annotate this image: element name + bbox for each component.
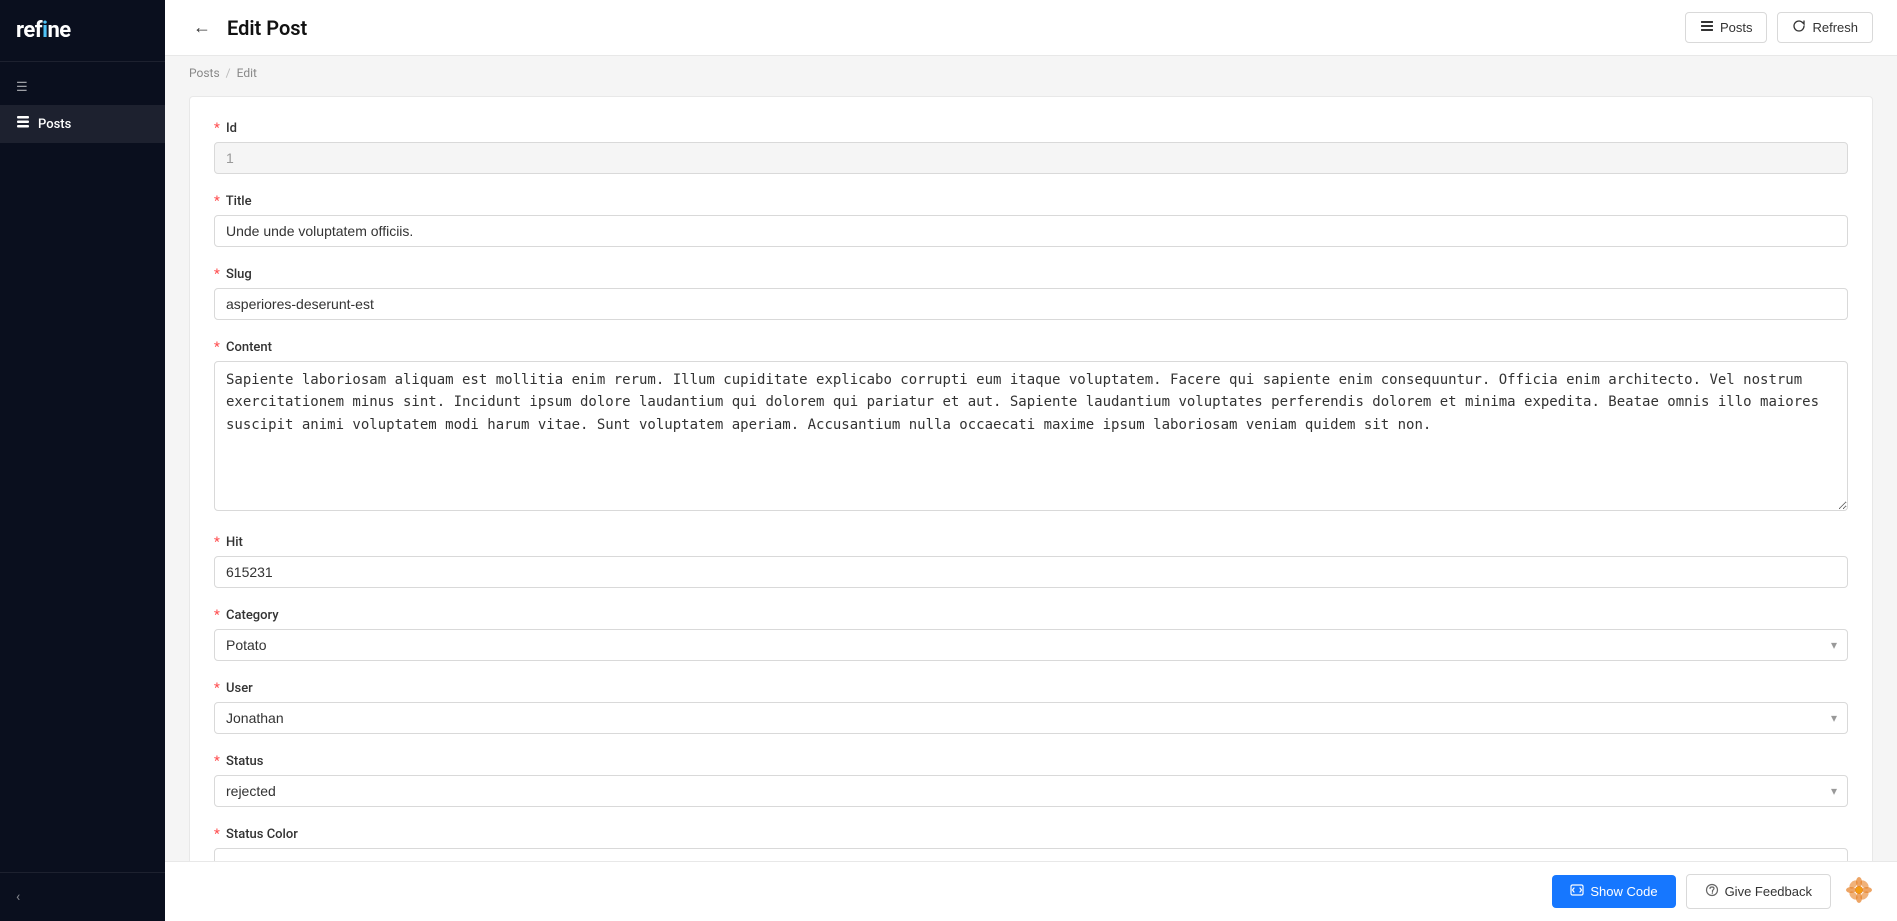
logo-area: refine [0, 0, 165, 62]
list-icon [1700, 19, 1714, 36]
refresh-icon [1792, 19, 1806, 36]
select-user[interactable]: Jonathan Alice Bob [214, 702, 1848, 734]
breadcrumb: Posts / Edit [165, 56, 1897, 80]
topbar-right: Posts Refresh [1685, 12, 1873, 43]
sidebar: refine ☰ Posts ‹ [0, 0, 165, 921]
main-content: ← Edit Post Posts [165, 0, 1897, 921]
required-marker: * [214, 340, 220, 355]
field-status: * Status rejected published draft ▾ [214, 754, 1848, 807]
form-section: * Id * Title * Slug [189, 96, 1873, 905]
sidebar-nav: ☰ Posts [0, 62, 165, 872]
required-marker: * [214, 608, 220, 623]
label-status-color: * Status Color [214, 827, 1848, 842]
select-category[interactable]: Potato Science Technology Art [214, 629, 1848, 661]
label-status: * Status [214, 754, 1848, 769]
show-code-label: Show Code [1590, 884, 1657, 899]
select-wrapper-user: Jonathan Alice Bob ▾ [214, 702, 1848, 734]
refresh-button-label: Refresh [1812, 20, 1858, 35]
required-marker: * [214, 194, 220, 209]
refresh-button[interactable]: Refresh [1777, 12, 1873, 43]
select-wrapper-status: rejected published draft ▾ [214, 775, 1848, 807]
field-title: * Title [214, 194, 1848, 247]
label-content: * Content [214, 340, 1848, 355]
posts-button-label: Posts [1720, 20, 1753, 35]
label-user: * User [214, 681, 1848, 696]
breadcrumb-posts-link[interactable]: Posts [189, 66, 220, 80]
required-marker: * [214, 754, 220, 769]
required-marker: * [214, 535, 220, 550]
required-marker: * [214, 681, 220, 696]
give-feedback-label: Give Feedback [1725, 884, 1812, 899]
input-id[interactable] [214, 142, 1848, 174]
label-slug: * Slug [214, 267, 1848, 282]
input-slug[interactable] [214, 288, 1848, 320]
sidebar-menu-toggle[interactable]: ☰ [0, 70, 165, 105]
give-feedback-button[interactable]: Give Feedback [1686, 874, 1831, 909]
posts-icon [16, 115, 30, 133]
collapse-icon: ‹ [16, 889, 20, 905]
input-hit[interactable] [214, 556, 1848, 588]
sidebar-item-label: Posts [38, 117, 71, 132]
required-marker: * [214, 267, 220, 282]
posts-list-button[interactable]: Posts [1685, 12, 1768, 43]
back-button[interactable]: ← [189, 13, 215, 42]
input-title[interactable] [214, 215, 1848, 247]
label-title: * Title [214, 194, 1848, 209]
code-icon [1570, 883, 1584, 900]
breadcrumb-edit: Edit [237, 66, 257, 80]
topbar-left: ← Edit Post [189, 13, 307, 42]
sidebar-item-posts[interactable]: Posts [0, 105, 165, 143]
required-marker: * [214, 827, 220, 842]
app-logo: refine [16, 18, 149, 43]
topbar: ← Edit Post Posts [165, 0, 1897, 56]
required-marker: * [214, 121, 220, 136]
flower-icon [1845, 876, 1873, 908]
label-id: * Id [214, 121, 1848, 136]
textarea-content[interactable]: Sapiente laboriosam aliquam est mollitia… [214, 361, 1848, 511]
field-id: * Id [214, 121, 1848, 174]
label-category: * Category [214, 608, 1848, 623]
field-category: * Category Potato Science Technology Art… [214, 608, 1848, 661]
field-content: * Content Sapiente laboriosam aliquam es… [214, 340, 1848, 515]
show-code-button[interactable]: Show Code [1552, 875, 1675, 908]
field-slug: * Slug [214, 267, 1848, 320]
select-wrapper-category: Potato Science Technology Art ▾ [214, 629, 1848, 661]
form-area: * Id * Title * Slug [165, 80, 1897, 921]
breadcrumb-separator: / [226, 66, 231, 80]
select-status[interactable]: rejected published draft [214, 775, 1848, 807]
label-hit: * Hit [214, 535, 1848, 550]
field-user: * User Jonathan Alice Bob ▾ [214, 681, 1848, 734]
back-arrow-icon: ← [193, 17, 211, 38]
sidebar-collapse-btn[interactable]: ‹ [0, 872, 165, 921]
bottom-bar: Show Code Give Feedback [165, 861, 1897, 921]
feedback-icon [1705, 883, 1719, 900]
page-title: Edit Post [227, 16, 307, 40]
field-hit: * Hit [214, 535, 1848, 588]
hamburger-icon: ☰ [16, 80, 28, 95]
